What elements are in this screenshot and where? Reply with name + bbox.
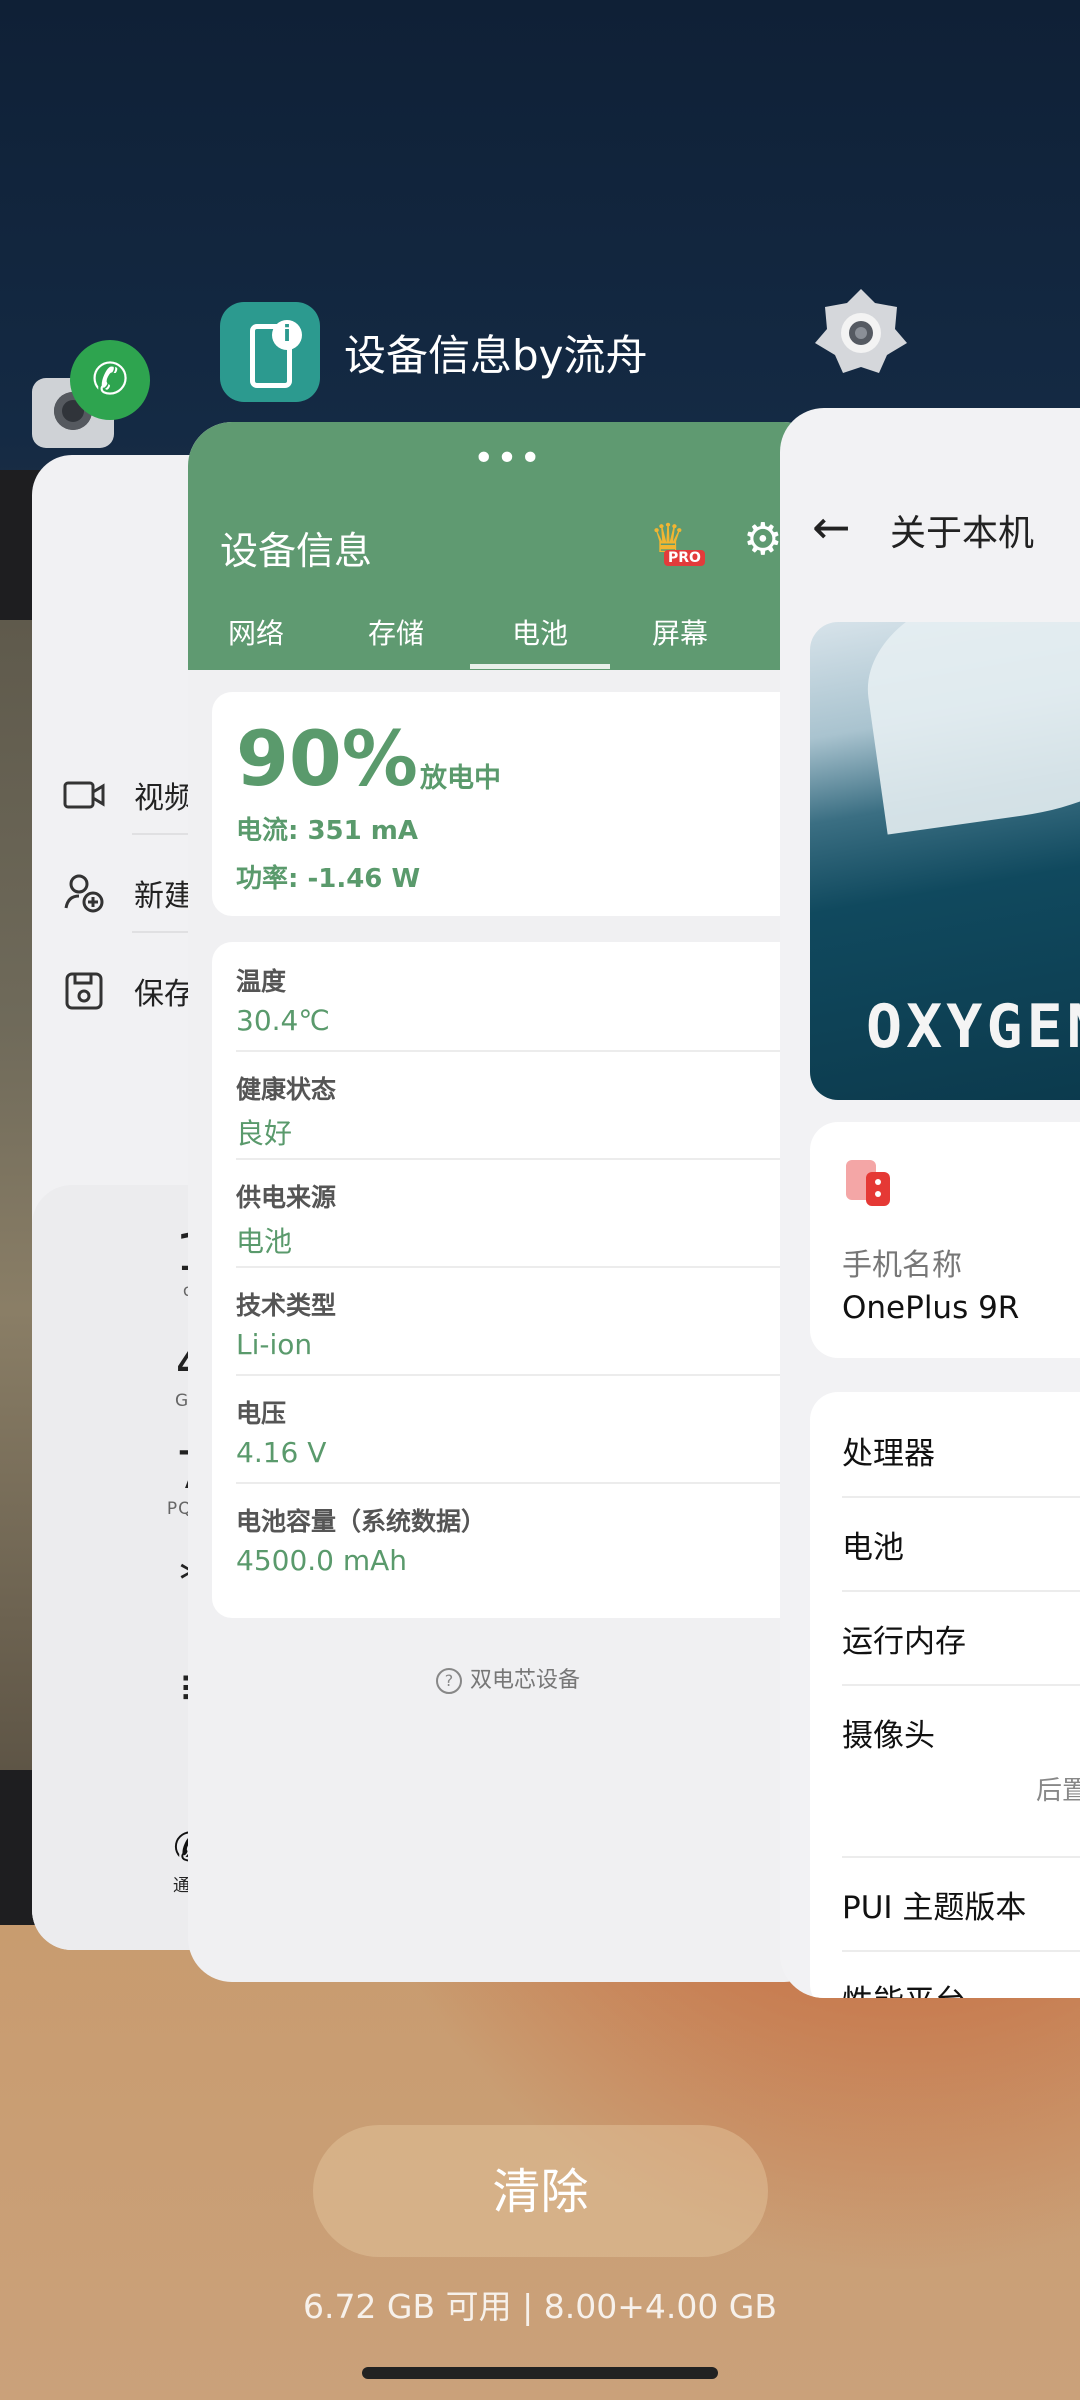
menu-item-new-contact[interactable]: 新建 [62, 853, 194, 933]
spec-item-theme-version[interactable]: PUI 主题版本 [842, 1882, 1026, 1927]
detail-value: 良好 [236, 1117, 293, 1150]
banner-brand-text: OXYGEN [866, 992, 1080, 1062]
device-info-app-icon[interactable]: i [220, 302, 320, 402]
device-name-value: OnePlus 9R [842, 1290, 1020, 1326]
banner-iceberg [855, 622, 1080, 835]
oxygen-banner: OXYGEN [810, 622, 1080, 1100]
divider [842, 1590, 1080, 1592]
detail-row-technology: 技术类型 Li-ion [236, 1266, 828, 1376]
battery-status: 放电中 [420, 763, 501, 794]
detail-key: 温度 [236, 967, 287, 996]
spec-item-processor[interactable]: 处理器 [842, 1428, 935, 1473]
menu-item-save[interactable]: 保存 [62, 951, 194, 1031]
gear-icon[interactable]: ⚙ [743, 514, 782, 565]
detail-key: 技术类型 [236, 1291, 337, 1320]
battery-summary-panel: 90% 放电中 电流: 351 mA 功率: -1.46 W [212, 692, 828, 916]
settings-title: 关于本机 [890, 513, 1035, 554]
spec-item-camera[interactable]: 摄像头 [842, 1710, 935, 1755]
menu-label: 视频 [134, 781, 194, 816]
camera-sub-value: 后置 4 [1036, 1776, 1080, 1806]
active-tab-indicator [470, 664, 610, 669]
device-name-card[interactable]: 手机名称 OnePlus 9R [810, 1122, 1080, 1358]
home-indicator[interactable] [362, 2367, 718, 2379]
video-icon [62, 773, 106, 817]
divider [842, 1856, 1080, 1858]
detail-value: 4.16 V [236, 1436, 327, 1469]
detail-value: 30.4℃ [236, 1004, 330, 1037]
settings-app-icon[interactable] [815, 285, 907, 377]
tab-network[interactable]: 网络 [188, 612, 326, 652]
phone-handset-icon: ✆ [91, 354, 129, 405]
device-name-label: 手机名称 [842, 1248, 962, 1283]
battery-current: 电流: 351 mA [236, 816, 418, 846]
recent-card-device-info[interactable]: ••• 设备信息 ♛ PRO ⚙ 网络 存储 电池 屏幕 90% 放电中 电流:… [188, 422, 828, 1982]
detail-key: 电池容量（系统数据） [236, 1507, 487, 1536]
clear-all-button[interactable]: 清除 [313, 2125, 768, 2257]
info-icon: i [272, 320, 302, 350]
detail-key: 电压 [236, 1399, 287, 1428]
detail-key: 健康状态 [236, 1075, 337, 1104]
battery-details-panel: 温度 30.4℃ 健康状态 良好 供电来源 电池 技术类型 Li-ion 电压 … [212, 942, 828, 1618]
divider [842, 1496, 1080, 1498]
tab-battery[interactable]: 电池 [470, 612, 610, 652]
spec-list: 处理器 电池 运行内存 摄像头 后置 4 PUI 主题版本 性能平台 [810, 1392, 1080, 1998]
device-info-app-title: 设备信息by流舟 [344, 331, 648, 380]
drag-handle-dots[interactable]: ••• [188, 441, 828, 477]
detail-value: 电池 [236, 1225, 293, 1258]
dual-cell-note[interactable]: ? 双电芯设备 [188, 1662, 828, 1694]
tab-storage[interactable]: 存储 [326, 612, 466, 652]
tab-screen[interactable]: 屏幕 [610, 612, 750, 652]
help-icon: ? [435, 1668, 462, 1694]
detail-row-temperature: 温度 30.4℃ [236, 942, 828, 1052]
spec-item-battery[interactable]: 电池 [842, 1522, 904, 1567]
detail-row-health: 健康状态 良好 [236, 1050, 828, 1160]
battery-power: 功率: -1.46 W [236, 864, 421, 894]
detail-row-voltage: 电压 4.16 V [236, 1374, 828, 1484]
pro-badge: PRO [664, 550, 705, 566]
phone-app-icon[interactable]: ✆ [70, 340, 150, 420]
detail-value: Li-ion [236, 1328, 313, 1361]
divider [842, 1950, 1080, 1952]
back-arrow-icon[interactable]: ← [812, 500, 851, 554]
save-icon [62, 969, 106, 1013]
add-contact-icon [62, 871, 106, 915]
divider [842, 1684, 1080, 1686]
menu-label: 新建 [134, 879, 194, 914]
battery-level: 90% [236, 714, 418, 803]
memory-info: 6.72 GB 可用 | 8.00+4.00 GB [302, 2287, 778, 2326]
menu-label: 保存 [134, 977, 194, 1012]
device-info-header-title: 设备信息 [220, 529, 373, 573]
detail-row-capacity: 电池容量（系统数据） 4500.0 mAh [236, 1482, 828, 1590]
spec-item-performance[interactable]: 性能平台 [842, 1976, 966, 1998]
detail-key: 供电来源 [236, 1183, 337, 1212]
dual-cell-text: 双电芯设备 [469, 1668, 580, 1693]
device-info-header: ••• 设备信息 ♛ PRO ⚙ 网络 存储 电池 屏幕 [188, 422, 828, 670]
menu-item-video[interactable]: 视频 [62, 755, 194, 835]
phone-name-icon [844, 1158, 894, 1208]
spec-item-ram[interactable]: 运行内存 [842, 1616, 966, 1661]
detail-value: 4500.0 mAh [236, 1544, 408, 1577]
detail-row-power-source: 供电来源 电池 [236, 1158, 828, 1268]
recent-card-settings[interactable]: ← 关于本机 OXYGEN 手机名称 OnePlus 9R 处理器 电池 运行内… [780, 408, 1080, 1998]
